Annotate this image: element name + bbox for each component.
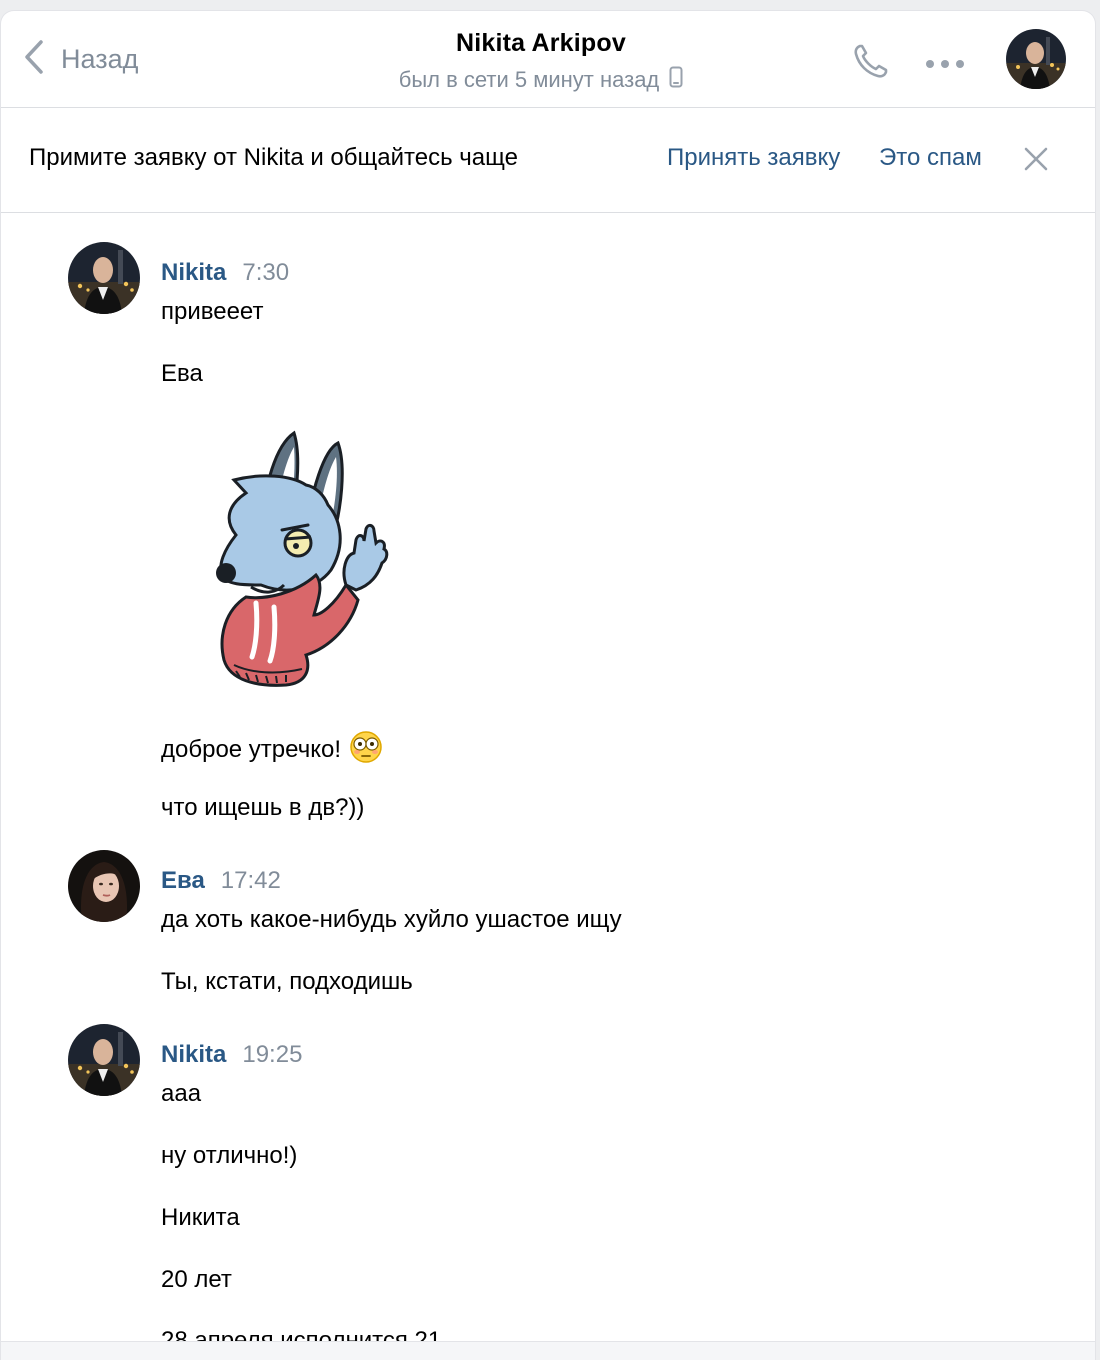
author-line: Ева 17:42 (161, 867, 281, 895)
message-text-content: доброе утречко! (161, 735, 341, 763)
author-name[interactable]: Nikita (161, 1041, 226, 1069)
message-text: Никита (161, 1204, 240, 1231)
chat-window: Назад Nikita Arkipov был в сети 5 минут … (0, 10, 1096, 1360)
avatar[interactable] (68, 850, 140, 922)
message-text: Ева (161, 360, 203, 387)
close-icon[interactable] (1023, 146, 1049, 177)
more-icon[interactable] (925, 57, 965, 75)
message-text: что ищешь в дв?)) (161, 794, 365, 821)
message-text: ааа (161, 1080, 202, 1107)
message-time: 7:30 (242, 259, 290, 286)
mobile-icon (669, 66, 683, 94)
wolf-sticker[interactable] (206, 425, 396, 690)
phone-icon[interactable] (851, 41, 891, 86)
spam-link[interactable]: Это спам (879, 144, 982, 172)
message-time: 17:42 (220, 867, 281, 894)
online-status: был в сети 5 минут назад (331, 66, 751, 94)
message-text: Ты, кстати, подходишь (161, 968, 413, 995)
author-name[interactable]: Nikita (161, 259, 226, 287)
status-text: был в сети 5 минут назад (398, 67, 660, 92)
message-text: да хоть какое-нибудь хуйло ушастое ищу (161, 906, 622, 933)
message-text: доброе утречко! (161, 730, 383, 771)
message-text: привееет (161, 298, 264, 325)
back-label: Назад (61, 43, 139, 74)
message-time: 19:25 (242, 1041, 303, 1068)
header-avatar[interactable] (1006, 29, 1066, 89)
bottom-edge (1, 1341, 1095, 1360)
flushed-emoji-icon (349, 730, 383, 771)
author-line: Nikita 7:30 (161, 259, 289, 287)
accept-request-link[interactable]: Принять заявку (667, 144, 840, 172)
avatar[interactable] (68, 1024, 140, 1096)
chevron-left-icon (23, 39, 45, 80)
request-text: Примите заявку от Nikita и общайтесь чащ… (29, 144, 518, 171)
back-button[interactable]: Назад (23, 39, 138, 79)
friend-request-bar: Примите заявку от Nikita и общайтесь чащ… (1, 108, 1095, 213)
avatar[interactable] (68, 242, 140, 314)
message-text: 20 лет (161, 1266, 232, 1293)
author-name[interactable]: Ева (161, 867, 205, 895)
chat-title: Nikita Arkipov (456, 29, 626, 57)
chat-header: Назад Nikita Arkipov был в сети 5 минут … (1, 11, 1095, 108)
chat-title-block[interactable]: Nikita Arkipov был в сети 5 минут назад (331, 29, 751, 94)
author-line: Nikita 19:25 (161, 1041, 302, 1069)
message-text: ну отлично!) (161, 1142, 298, 1169)
